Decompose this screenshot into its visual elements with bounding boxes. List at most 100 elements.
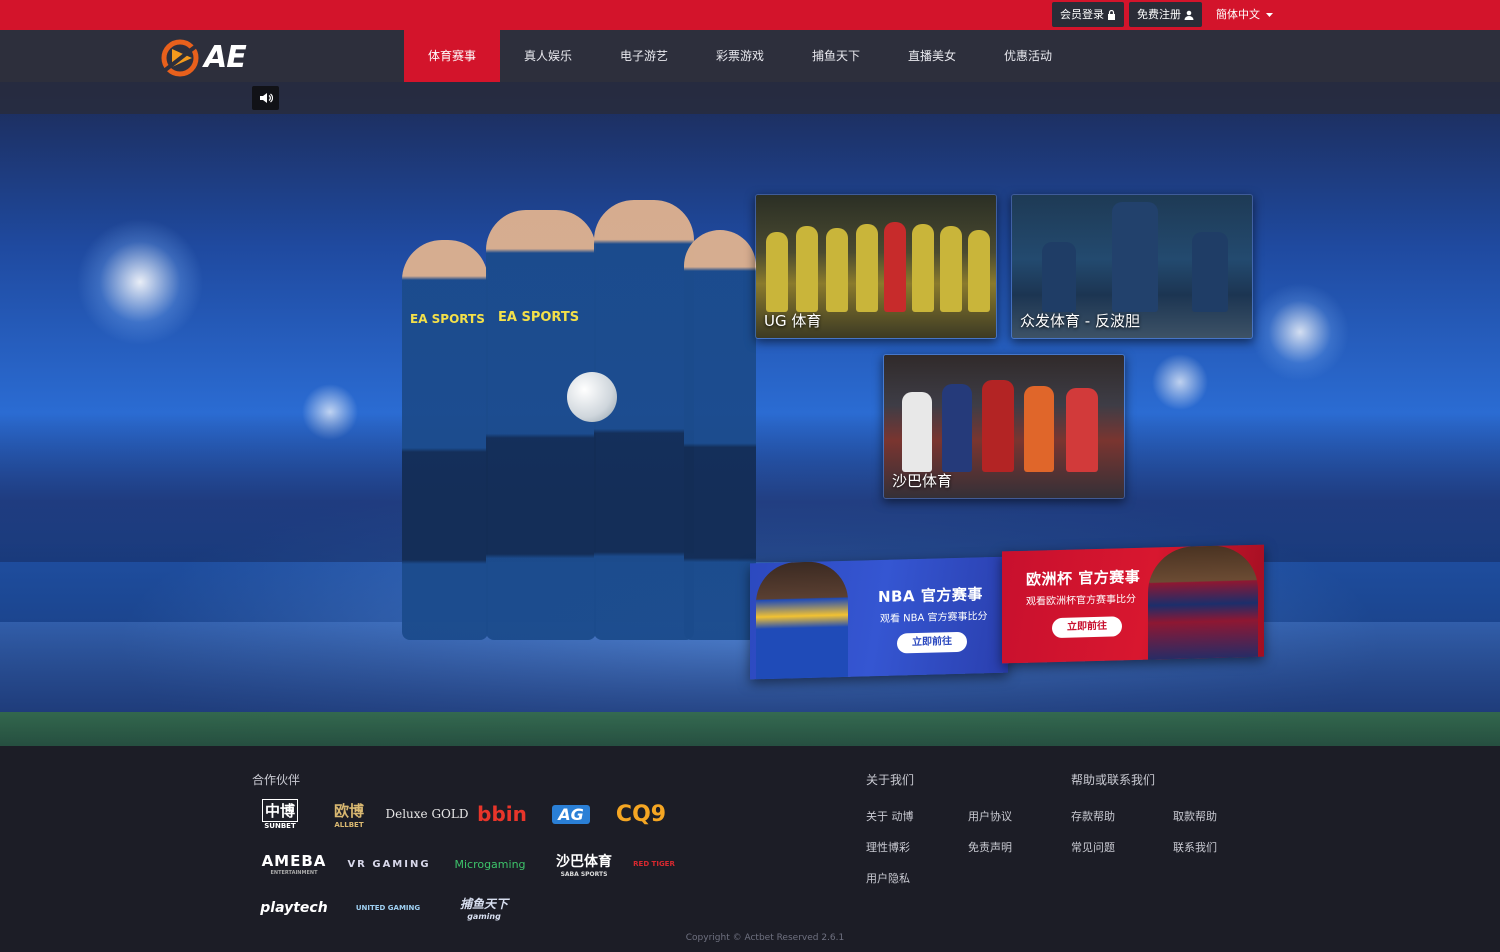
player-figure	[884, 222, 906, 312]
help-heading: 帮助或联系我们	[1071, 773, 1156, 787]
copyright-text: Copyright © Actbet Reserved 2.6.1	[685, 933, 845, 943]
player-figure	[1066, 388, 1098, 472]
partner-logo-red-tiger[interactable]: RED TIGER	[632, 848, 676, 880]
partner-name: UNITED GAMING	[355, 904, 421, 912]
football-player-image	[1148, 544, 1258, 664]
withdraw-help-link[interactable]: 取款帮助	[1173, 808, 1217, 824]
euro-promo-title: 欧洲杯 官方赛事	[1026, 567, 1141, 589]
nba-promo-title: NBA 官方赛事	[878, 585, 983, 607]
jersey-sponsor-text: EA SPORTS	[498, 310, 580, 325]
partner-logo-sunbet[interactable]: 中博 SUNBET	[254, 798, 306, 830]
partner-sub: ENTERTAINMENT	[270, 870, 318, 876]
partner-sub: SABA SPORTS	[560, 870, 608, 878]
partner-logos: 中博 SUNBET 欧博 ALLBET Deluxe GOLD bbin AG …	[252, 796, 682, 926]
partner-name: Microgaming	[454, 857, 526, 871]
hero-players-image: EA SPORTS EA SPORTS	[384, 190, 774, 640]
deposit-help-link[interactable]: 存款帮助	[1071, 808, 1115, 824]
player-figure	[942, 384, 972, 472]
player-figure	[1024, 386, 1054, 472]
disclaimer-link[interactable]: 免责声明	[968, 839, 1012, 855]
partner-name: Deluxe GOLD	[385, 807, 469, 821]
nba-promo-banner[interactable]: NBA 官方赛事 观看 NBA 官方赛事比分 立即前往	[750, 556, 1008, 680]
partner-name: CQ9	[615, 801, 667, 827]
player-figure	[594, 200, 694, 640]
player-figure	[912, 224, 934, 312]
footer	[0, 746, 1500, 952]
speaker-icon	[259, 93, 273, 103]
language-select[interactable]: 簡体中文	[1216, 0, 1273, 30]
partner-name: 沙巴体育	[556, 853, 612, 870]
game-card-zhongfa-sports[interactable]: 众发体育 - 反波胆	[1011, 194, 1253, 339]
nba-promo-subtitle: 观看 NBA 官方赛事比分	[880, 611, 988, 625]
player-figure	[1042, 242, 1076, 312]
brand-logo[interactable]: AE	[160, 36, 250, 78]
partner-sub: ALLBET	[334, 820, 364, 829]
partner-logo-ag[interactable]: AG	[548, 798, 594, 830]
game-card-label: 沙巴体育	[892, 472, 953, 490]
partner-logo-saba-sports[interactable]: 沙巴体育 SABA SPORTS	[548, 848, 620, 880]
player-figure	[1192, 232, 1228, 312]
user-icon	[1184, 10, 1194, 20]
caret-down-icon	[1266, 12, 1273, 17]
player-figure	[766, 232, 788, 312]
partner-name: AMEBA	[261, 852, 327, 870]
game-card-saba-sports[interactable]: 沙巴体育	[883, 354, 1125, 499]
nav-promotions[interactable]: 优惠活动	[980, 30, 1076, 82]
user-agreement-link[interactable]: 用户协议	[968, 808, 1012, 824]
jersey-sponsor-text: EA SPORTS	[410, 312, 485, 326]
member-login-label: 会员登录	[1060, 8, 1104, 21]
partner-name: AG	[552, 804, 590, 824]
partner-name: 捕鱼天下	[459, 897, 508, 911]
partner-logo-playtech[interactable]: playtech	[254, 892, 334, 924]
player-figure	[684, 230, 756, 640]
partner-logo-ameba[interactable]: AMEBA ENTERTAINMENT	[254, 848, 334, 880]
game-card-label: UG 体育	[764, 312, 822, 330]
contact-us-link[interactable]: 联系我们	[1173, 839, 1217, 855]
faq-link[interactable]: 常见问题	[1071, 839, 1115, 855]
nav-fishing[interactable]: 捕鱼天下	[788, 30, 884, 82]
player-figure	[1112, 202, 1158, 312]
euro-go-button[interactable]: 立即前往	[1052, 616, 1122, 639]
nav-sports[interactable]: 体育赛事	[404, 30, 500, 82]
stadium-pitch	[0, 712, 1500, 746]
partners-heading: 合作伙伴	[252, 773, 301, 787]
game-card-ug-sports[interactable]: UG 体育	[755, 194, 997, 339]
nav-live-streaming[interactable]: 直播美女	[884, 30, 980, 82]
game-card-label: 众发体育 - 反波胆	[1020, 312, 1140, 330]
partner-sub: gaming	[467, 912, 501, 921]
player-figure	[826, 228, 848, 312]
partner-logo-bbin[interactable]: bbin	[472, 798, 532, 830]
partner-name: playtech	[260, 900, 328, 916]
partner-logo-microgaming[interactable]: Microgaming	[444, 848, 536, 880]
euro-promo-subtitle: 观看欧洲杯官方赛事比分	[1026, 593, 1136, 608]
lock-icon	[1108, 9, 1115, 20]
partner-logo-united-gaming[interactable]: UNITED GAMING	[352, 892, 424, 924]
free-register-button[interactable]: 免费注册	[1129, 2, 1202, 27]
player-figure	[856, 224, 878, 312]
partner-logo-deluxe-gold[interactable]: Deluxe GOLD	[386, 798, 469, 830]
player-figure	[796, 226, 818, 312]
player-figure	[486, 210, 596, 640]
sound-toggle-button[interactable]	[252, 86, 279, 110]
partner-logo-cq9[interactable]: CQ9	[608, 798, 674, 830]
top-bar: 会员登录 免费注册 簡体中文	[0, 0, 1500, 30]
euro-cup-promo-banner[interactable]: 欧洲杯 官方赛事 观看欧洲杯官方赛事比分 立即前往	[1002, 544, 1264, 664]
free-register-label: 免费注册	[1137, 8, 1181, 21]
partner-sub: SUNBET	[264, 821, 296, 830]
responsible-gaming-link[interactable]: 理性博彩	[866, 839, 910, 855]
partner-logo-fishing-gaming[interactable]: 捕鱼天下 gaming	[438, 892, 530, 924]
nba-go-button[interactable]: 立即前往	[897, 631, 967, 654]
nav-live-casino[interactable]: 真人娱乐	[500, 30, 596, 82]
nav-lottery[interactable]: 彩票游戏	[692, 30, 788, 82]
player-figure	[968, 230, 990, 312]
nav-slots[interactable]: 电子游艺	[596, 30, 692, 82]
privacy-link[interactable]: 用户隐私	[866, 870, 910, 886]
main-nav: 体育赛事 真人娱乐 电子游艺 彩票游戏 捕鱼天下 直播美女 优惠活动	[404, 30, 1076, 82]
partner-name: bbin	[477, 802, 527, 826]
about-link[interactable]: 关于 动博	[866, 808, 914, 824]
partner-logo-vr-gaming[interactable]: VR GAMING	[344, 848, 434, 880]
partner-logo-allbet[interactable]: 欧博 ALLBET	[318, 798, 380, 830]
member-login-button[interactable]: 会员登录	[1052, 2, 1124, 27]
partner-name: 欧博	[333, 801, 364, 820]
hero-top-band	[0, 82, 1500, 114]
